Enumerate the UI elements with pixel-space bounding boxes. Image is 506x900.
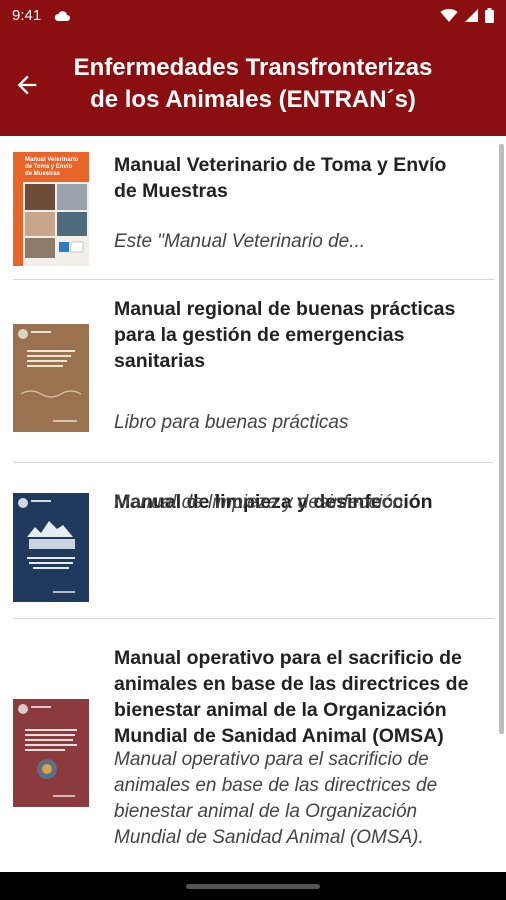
manual-list: Manual Veterinario de Toma y Envío de Mu… bbox=[0, 136, 506, 872]
item-description-line: Mundial de Sanidad Animal (OMSA). bbox=[114, 827, 424, 848]
item-description-line: Este "Manual Veterinario de... bbox=[114, 231, 366, 252]
page-title-line: Enfermedades Transfronterizas bbox=[73, 54, 433, 81]
item-title-line: Manual Veterinario de Toma y Envío bbox=[114, 154, 447, 176]
item-description: Manual de limpieza y desinfección. bbox=[114, 490, 484, 516]
status-time: 9:41 bbox=[12, 7, 42, 24]
cover-title-line: de Toma y Envío bbox=[25, 164, 73, 170]
cover-title-line: de Muestras bbox=[25, 171, 61, 177]
list-item[interactable]: Manual operativo para el sacrificio de a… bbox=[0, 619, 494, 872]
item-title: Manual operativo para el sacrificio de a… bbox=[114, 645, 484, 749]
book-cover-thumbnail: Manual Veterinario de Toma y Envío de Mu… bbox=[13, 152, 89, 266]
book-cover-thumbnail bbox=[13, 324, 89, 432]
book-cover-thumbnail bbox=[13, 493, 89, 602]
item-title-line: Manual regional de buenas prácticas bbox=[114, 298, 456, 320]
item-title-line: de Muestras bbox=[114, 180, 228, 202]
list-item[interactable]: Manual de limpieza y desinfección Manual… bbox=[0, 463, 494, 617]
list-item[interactable]: Manual regional de buenas prácticas para… bbox=[0, 280, 494, 462]
signal-icon bbox=[464, 8, 479, 28]
item-title-line: animales en base de las directrices de bbox=[114, 673, 469, 695]
page-title: Enfermedades Transfronterizas de los Ani… bbox=[54, 52, 452, 116]
cloud-icon bbox=[54, 9, 70, 27]
item-description-line: bienestar animal de la Organización bbox=[114, 801, 418, 822]
page-title-line: de los Animales (ENTRAN´s) bbox=[90, 86, 416, 113]
item-description: Manual operativo para el sacrificio de a… bbox=[114, 747, 484, 851]
item-description: Libro para buenas prácticas bbox=[114, 410, 484, 436]
arrow-left-icon bbox=[13, 71, 41, 104]
item-title: Manual regional de buenas prácticas para… bbox=[114, 296, 484, 374]
item-title-line: Mundial de Sanidad Animal (OMSA) bbox=[114, 725, 444, 747]
wifi-icon bbox=[440, 8, 458, 28]
item-description-line: animales en base de las directrices de bbox=[114, 775, 438, 796]
item-title: Manual Veterinario de Toma y Envío de Mu… bbox=[114, 152, 484, 204]
status-bar: 9:41 bbox=[0, 0, 506, 32]
app-bar: Enfermedades Transfronterizas de los Ani… bbox=[0, 32, 506, 136]
cover-title-line: Manual Veterinario bbox=[25, 157, 79, 163]
system-navigation-bar bbox=[0, 872, 506, 900]
item-title-line: para la gestión de emergencias bbox=[114, 324, 405, 346]
battery-icon bbox=[485, 8, 494, 28]
back-button[interactable] bbox=[10, 70, 44, 104]
list-item[interactable]: Manual Veterinario de Toma y Envío de Mu… bbox=[0, 136, 494, 278]
item-description-line: Manual operativo para el sacrificio de bbox=[114, 749, 429, 770]
book-cover-thumbnail bbox=[13, 699, 89, 807]
home-gesture-handle[interactable] bbox=[186, 884, 320, 889]
item-description: Este "Manual Veterinario de... bbox=[114, 229, 484, 255]
item-description-line: Manual de limpieza y desinfección. bbox=[114, 492, 409, 513]
scrollbar[interactable] bbox=[499, 144, 504, 734]
item-description-line: Libro para buenas prácticas bbox=[114, 412, 349, 433]
item-title-line: bienestar animal de la Organización bbox=[114, 699, 447, 721]
item-title-line: Manual operativo para el sacrificio de bbox=[114, 647, 462, 669]
item-title-line: sanitarias bbox=[114, 350, 206, 372]
